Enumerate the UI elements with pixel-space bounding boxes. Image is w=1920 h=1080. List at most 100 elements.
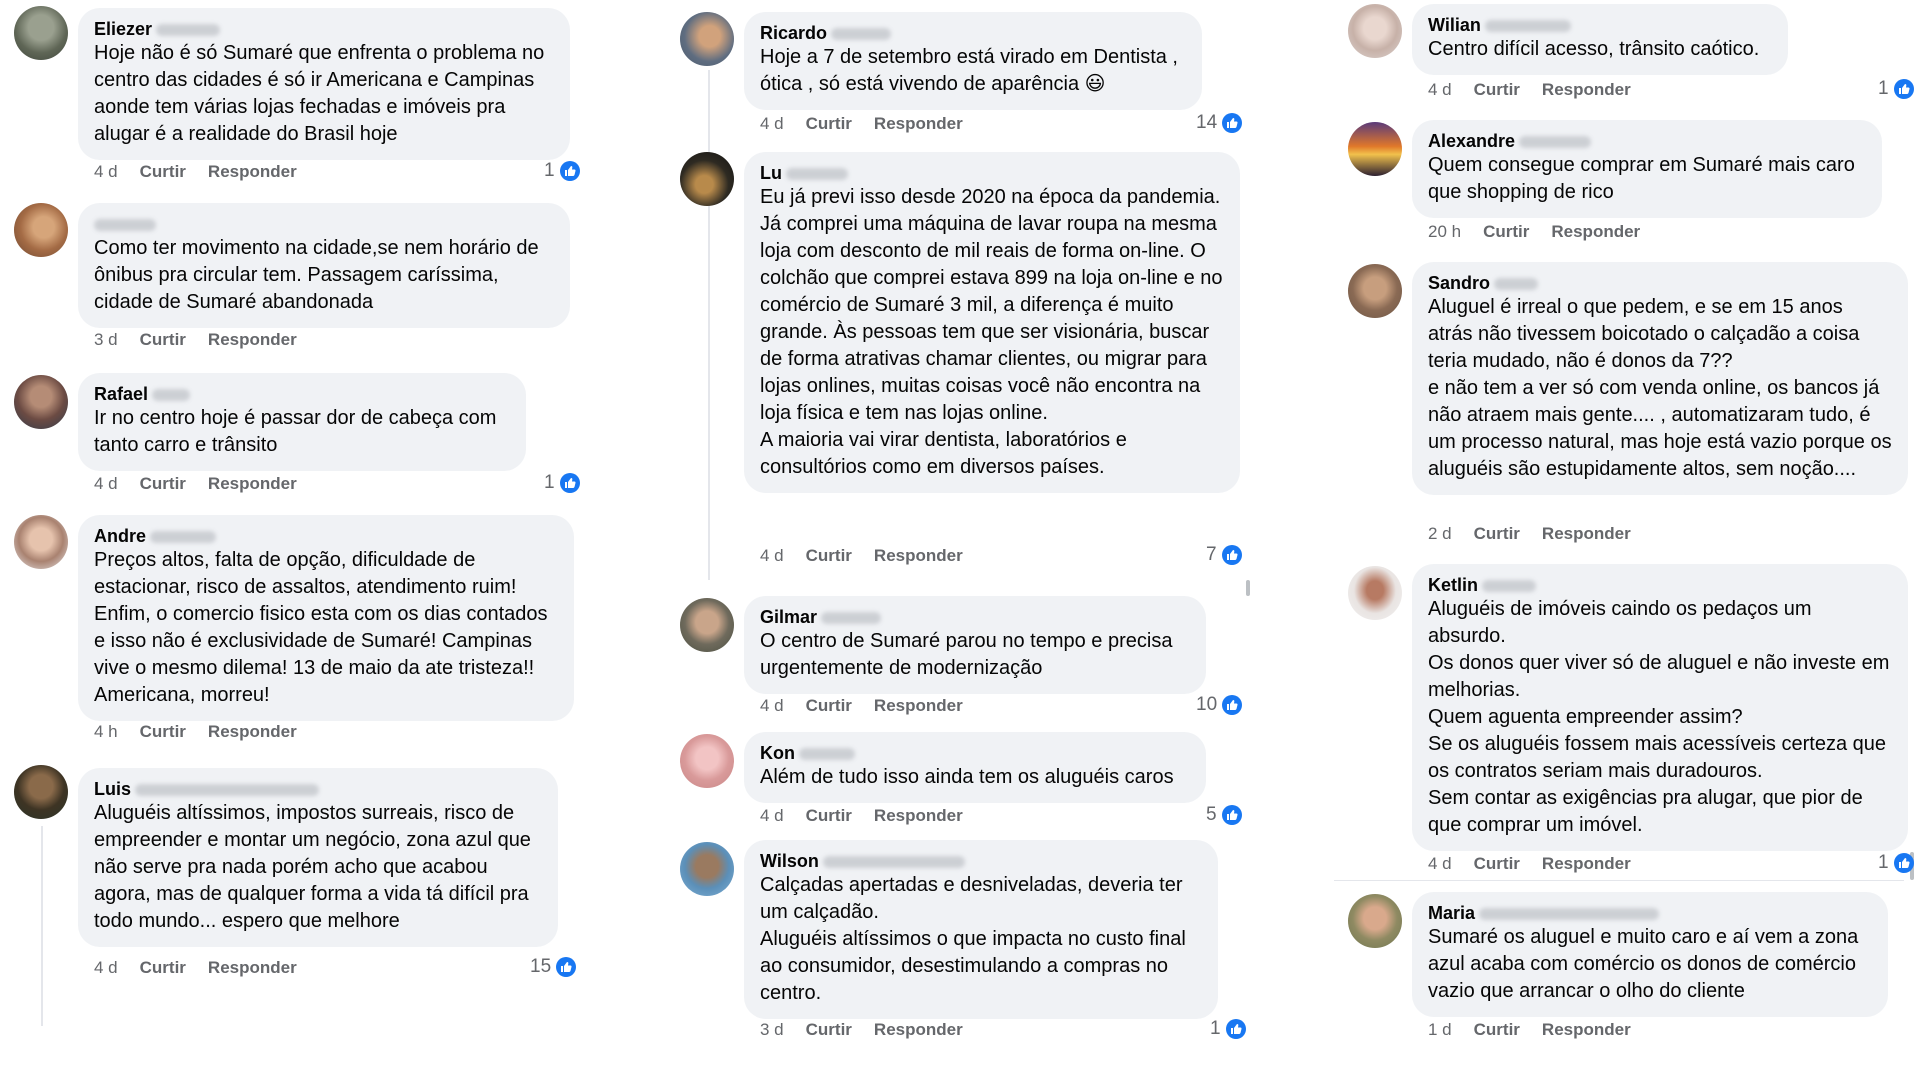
reply-button[interactable]: Responder [874, 806, 963, 826]
comment-author[interactable]: Kon [760, 742, 1190, 764]
comment-author[interactable] [94, 213, 554, 235]
reply-button[interactable]: Responder [208, 722, 297, 742]
author-name[interactable]: Alexandre [1428, 131, 1515, 151]
like-button[interactable]: Curtir [806, 546, 852, 566]
reaction-count[interactable]: 1 [544, 472, 580, 494]
author-name[interactable]: Maria [1428, 903, 1475, 923]
comment-time[interactable]: 1 d [1428, 1020, 1452, 1040]
comment-author[interactable]: Eliezer [94, 18, 554, 40]
author-name[interactable]: Lu [760, 163, 782, 183]
author-name[interactable]: Gilmar [760, 607, 817, 627]
like-button[interactable]: Curtir [140, 162, 186, 182]
reaction-count[interactable]: 10 [1196, 694, 1243, 716]
comment-author[interactable]: Alexandre [1428, 130, 1866, 152]
comment-author[interactable]: Gilmar [760, 606, 1190, 628]
reply-button[interactable]: Responder [874, 696, 963, 716]
comment-author[interactable]: Sandro [1428, 272, 1892, 294]
comment-author[interactable]: Maria [1428, 902, 1872, 924]
comment-author[interactable]: Rafael [94, 383, 510, 405]
comment-author[interactable]: Ketlin [1428, 574, 1892, 596]
reaction-count[interactable]: 14 [1196, 112, 1243, 134]
author-name[interactable]: Wilian [1428, 15, 1481, 35]
like-button[interactable]: Curtir [140, 958, 186, 978]
reply-button[interactable]: Responder [208, 958, 297, 978]
reaction-count[interactable]: 5 [1206, 804, 1242, 826]
comment-time[interactable]: 4 h [94, 722, 118, 742]
comment-time[interactable]: 4 d [1428, 854, 1452, 874]
avatar[interactable] [680, 842, 734, 896]
reply-button[interactable]: Responder [1542, 1020, 1631, 1040]
like-button[interactable]: Curtir [806, 114, 852, 134]
comment-author[interactable]: Ricardo [760, 22, 1186, 44]
avatar[interactable] [680, 152, 734, 206]
avatar[interactable] [14, 375, 68, 429]
avatar[interactable] [1348, 566, 1402, 620]
comment-time[interactable]: 4 d [94, 162, 118, 182]
comment-time[interactable]: 4 d [760, 696, 784, 716]
like-button[interactable]: Curtir [1474, 854, 1520, 874]
comment-author[interactable]: Andre [94, 525, 558, 547]
like-button[interactable]: Curtir [806, 696, 852, 716]
avatar[interactable] [680, 598, 734, 652]
author-name[interactable]: Ketlin [1428, 575, 1478, 595]
author-name[interactable]: Sandro [1428, 273, 1490, 293]
author-name[interactable]: Rafael [94, 384, 148, 404]
reaction-count[interactable]: 7 [1206, 544, 1242, 566]
author-name[interactable]: Wilson [760, 851, 819, 871]
comment-author[interactable]: Wilson [760, 850, 1202, 872]
avatar[interactable] [1348, 4, 1402, 58]
reaction-count[interactable]: 1 [1878, 78, 1914, 100]
reply-button[interactable]: Responder [208, 330, 297, 350]
author-name[interactable]: Kon [760, 743, 795, 763]
reaction-count[interactable]: 1 [1878, 852, 1914, 874]
reaction-count[interactable]: 1 [1210, 1018, 1246, 1040]
reply-button[interactable]: Responder [208, 162, 297, 182]
author-name[interactable]: Andre [94, 526, 146, 546]
avatar[interactable] [1348, 894, 1402, 948]
reply-button[interactable]: Responder [874, 546, 963, 566]
comment-time[interactable]: 3 d [94, 330, 118, 350]
comment-time[interactable]: 4 d [760, 114, 784, 134]
comment-time[interactable]: 4 d [760, 806, 784, 826]
avatar[interactable] [14, 515, 68, 569]
reply-button[interactable]: Responder [1542, 854, 1631, 874]
avatar[interactable] [14, 203, 68, 257]
like-button[interactable]: Curtir [140, 474, 186, 494]
avatar[interactable] [680, 734, 734, 788]
comment-time[interactable]: 2 d [1428, 524, 1452, 544]
reply-button[interactable]: Responder [874, 114, 963, 134]
comment-time[interactable]: 4 d [1428, 80, 1452, 100]
avatar[interactable] [14, 6, 68, 60]
comment-time[interactable]: 4 d [760, 546, 784, 566]
author-name[interactable]: Eliezer [94, 19, 152, 39]
reaction-count[interactable]: 15 [530, 956, 577, 978]
avatar[interactable] [1348, 122, 1402, 176]
comment-author[interactable]: Luis [94, 778, 542, 800]
like-button[interactable]: Curtir [1474, 80, 1520, 100]
like-button[interactable]: Curtir [1474, 1020, 1520, 1040]
reply-button[interactable]: Responder [1542, 80, 1631, 100]
reply-button[interactable]: Responder [1542, 524, 1631, 544]
like-button[interactable]: Curtir [1474, 524, 1520, 544]
avatar[interactable] [1348, 264, 1402, 318]
comment-time[interactable]: 4 d [94, 958, 118, 978]
comment-time[interactable]: 3 d [760, 1020, 784, 1040]
like-button[interactable]: Curtir [140, 722, 186, 742]
reply-button[interactable]: Responder [874, 1020, 963, 1040]
comment-time[interactable]: 4 d [94, 474, 118, 494]
reaction-count[interactable]: 1 [544, 160, 580, 182]
like-button[interactable]: Curtir [1483, 222, 1529, 242]
reply-button[interactable]: Responder [208, 474, 297, 494]
avatar[interactable] [14, 765, 68, 819]
scrollbar[interactable] [1246, 580, 1250, 596]
author-name[interactable]: Luis [94, 779, 131, 799]
like-button[interactable]: Curtir [806, 1020, 852, 1040]
like-button[interactable]: Curtir [140, 330, 186, 350]
comment-author[interactable]: Lu [760, 162, 1224, 184]
comment-time[interactable]: 20 h [1428, 222, 1461, 242]
like-button[interactable]: Curtir [806, 806, 852, 826]
avatar[interactable] [680, 12, 734, 66]
reply-button[interactable]: Responder [1551, 222, 1640, 242]
comment-author[interactable]: Wilian [1428, 14, 1772, 36]
author-name[interactable]: Ricardo [760, 23, 827, 43]
